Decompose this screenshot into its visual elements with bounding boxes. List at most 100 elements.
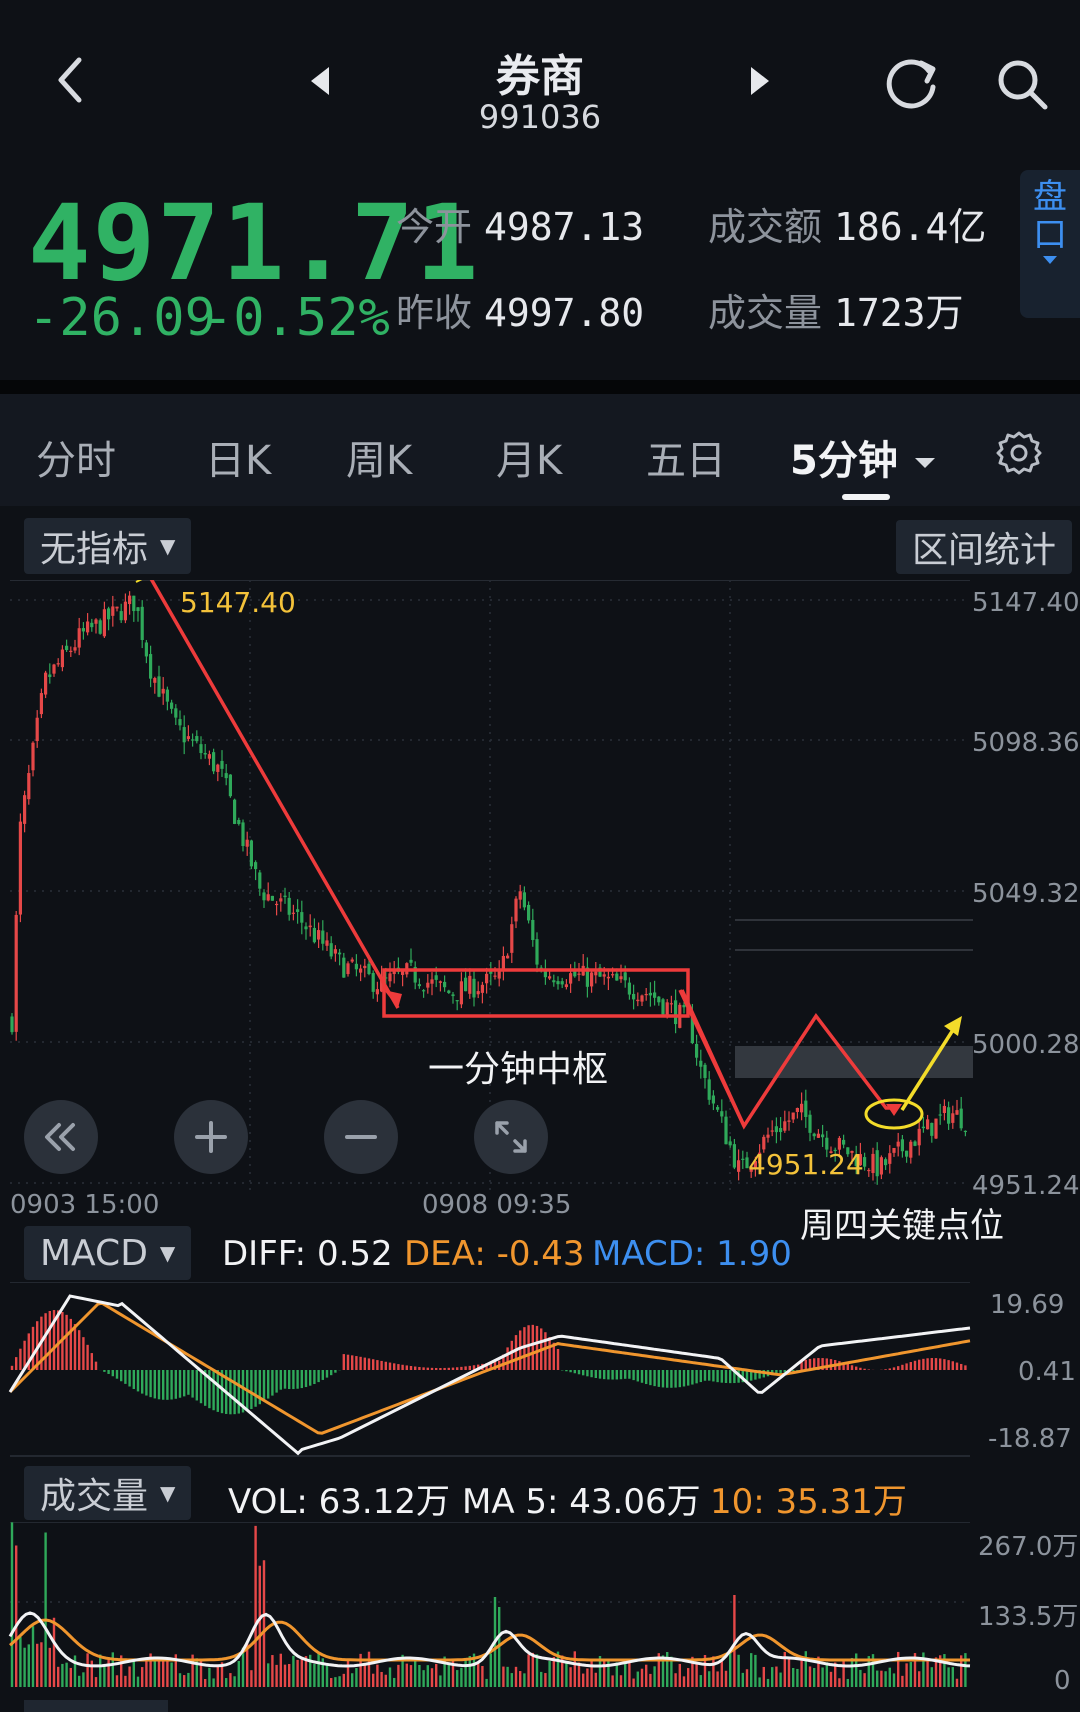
candle-body — [212, 752, 216, 772]
candle-body — [27, 773, 31, 800]
candle-body — [69, 650, 73, 653]
candle-body — [531, 919, 535, 941]
candle-body — [31, 742, 35, 771]
indicator-selector[interactable]: 无指标 ▼ — [24, 518, 192, 574]
candle-body — [779, 1128, 783, 1133]
macd-selector[interactable]: MACD ▼ — [24, 1226, 192, 1280]
candle-body — [329, 943, 333, 957]
candle-body — [363, 965, 367, 969]
order-book-tab[interactable]: 盘 口 — [1020, 170, 1080, 318]
candle-body — [354, 963, 358, 970]
candle-body — [594, 971, 598, 976]
macd-selector-label: MACD — [40, 1232, 148, 1274]
zoom-in-icon — [195, 1121, 227, 1153]
pivot-box — [382, 968, 690, 1018]
rewind-button[interactable] — [24, 1100, 98, 1174]
next-stock-button[interactable] — [740, 58, 780, 104]
candle-body — [548, 976, 552, 979]
range-stats-button[interactable]: 区间统计 — [896, 520, 1073, 574]
price-change: -26.09 — [28, 288, 216, 348]
tab-daily-k[interactable]: 日K — [205, 428, 271, 486]
candle-body — [921, 1126, 925, 1129]
candle-body — [783, 1121, 787, 1131]
candle-body — [493, 975, 497, 977]
candle-body — [644, 993, 648, 996]
tab-monthly-k[interactable]: 月K — [496, 428, 562, 486]
refresh-button[interactable] — [880, 52, 944, 116]
candle-body — [900, 1139, 904, 1152]
candle-body — [770, 1130, 774, 1132]
candle-body — [640, 995, 644, 1002]
next-indicator-tab[interactable] — [24, 1700, 168, 1712]
search-button[interactable] — [990, 52, 1054, 116]
volume-selector[interactable]: 成交量 ▼ — [24, 1466, 192, 1520]
volume-grid — [10, 1522, 970, 1603]
tab-intraday[interactable]: 分时 — [36, 428, 116, 486]
price-axis-label: 5098.36 — [972, 728, 1080, 758]
pivot-annotation: 一分钟中枢 — [428, 1049, 609, 1090]
candle-body — [506, 955, 510, 959]
candle-body — [934, 1118, 938, 1139]
chart-settings-button[interactable] — [996, 430, 1042, 480]
candle-body — [816, 1133, 820, 1138]
volume-chart — [8, 1522, 971, 1687]
candle-body — [157, 676, 161, 697]
fullscreen-icon — [495, 1121, 527, 1153]
candle-body — [14, 914, 18, 1032]
candle-body — [657, 996, 661, 1003]
volume-label: 成交量 — [708, 291, 823, 335]
candle-body — [375, 989, 379, 995]
next-icon — [751, 67, 769, 95]
volume-selector-label: 成交量 — [40, 1476, 149, 1517]
prev-icon — [311, 67, 329, 95]
tab-weekly-k[interactable]: 周K — [346, 428, 412, 486]
candle-body — [485, 973, 489, 984]
candle-body — [619, 976, 623, 980]
prev-stock-button[interactable] — [300, 58, 340, 104]
open-label: 今开 — [396, 205, 473, 249]
zoom-in-button[interactable] — [174, 1100, 248, 1174]
candle-body — [233, 799, 237, 824]
candle-body — [249, 840, 253, 867]
macd-diff: DIFF: 0.52 — [222, 1234, 393, 1274]
key-level-annotation: 周四关键点位 — [800, 1206, 1004, 1246]
candle-body — [48, 674, 52, 678]
candle-body — [711, 1095, 715, 1104]
candle-body — [291, 912, 295, 914]
chevron-down-icon: ▼ — [160, 1481, 176, 1505]
candle-body — [237, 819, 241, 824]
candle-body — [304, 926, 308, 930]
candle-body — [447, 990, 451, 994]
candle-body — [23, 795, 27, 824]
candle-body — [136, 607, 140, 612]
candle-body — [153, 678, 157, 683]
candle-body — [182, 727, 186, 743]
candle-body — [90, 622, 94, 628]
candle-body — [161, 688, 165, 694]
back-button[interactable] — [40, 50, 100, 110]
candle-body — [804, 1100, 808, 1117]
candle-body — [800, 1103, 804, 1113]
candle-body — [35, 717, 39, 742]
zoom-out-button[interactable] — [324, 1100, 398, 1174]
candle-body — [44, 672, 48, 695]
candle-body — [367, 963, 371, 975]
candle-body — [451, 994, 455, 997]
fullscreen-button[interactable] — [474, 1100, 548, 1174]
candle-body — [325, 940, 329, 946]
candle-body — [241, 822, 245, 847]
candle-body — [128, 595, 132, 605]
price-change-pct: -0.52% — [202, 288, 390, 348]
tab-five-day[interactable]: 五日 — [646, 428, 726, 486]
volume-ma5: MA 5: 43.06万 — [462, 1482, 701, 1522]
downtrend-arrow — [149, 580, 400, 1009]
candle-body — [648, 992, 652, 996]
candle-body — [203, 752, 207, 755]
candle-body — [905, 1150, 909, 1157]
candle-body — [77, 628, 81, 648]
tab-5min[interactable]: 5分钟 — [790, 428, 936, 486]
candle-body — [636, 999, 640, 1002]
candle-body — [81, 628, 85, 632]
candle-body — [926, 1119, 930, 1130]
candle-body — [417, 984, 421, 987]
